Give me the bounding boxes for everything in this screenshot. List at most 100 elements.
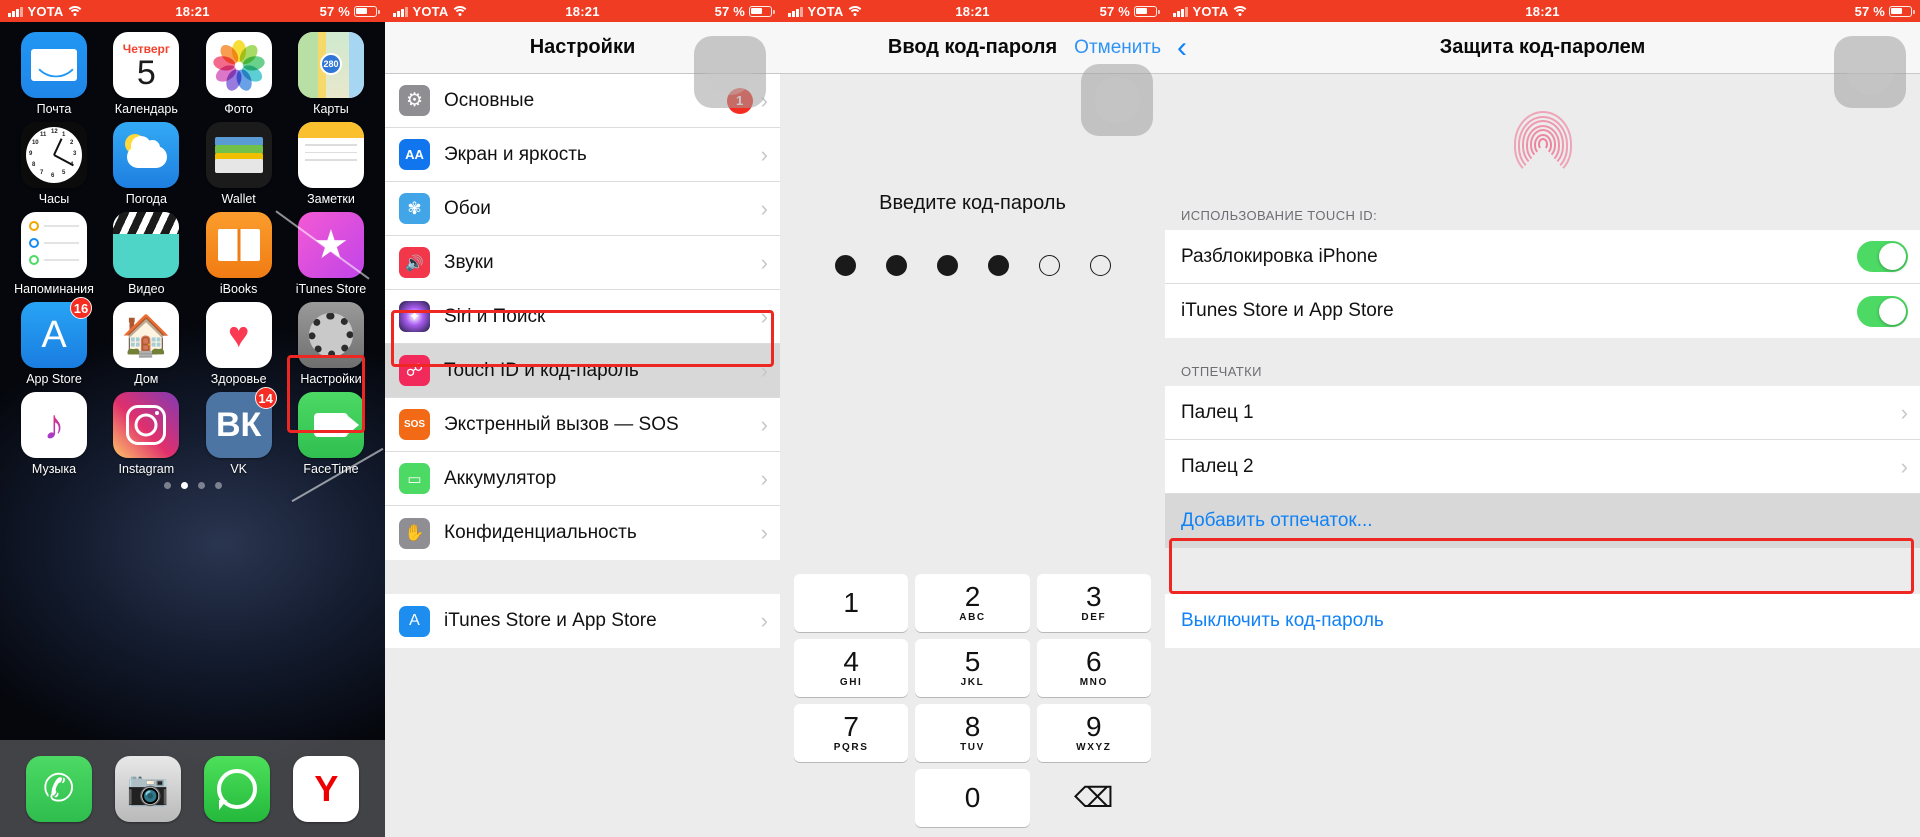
app-label: FaceTime xyxy=(303,462,359,476)
chevron-right-icon: › xyxy=(760,141,768,167)
page-title: Ввод код-пароля xyxy=(887,36,1058,58)
app-music[interactable]: ♪ Музыка xyxy=(12,392,96,476)
fingerprint-row-1[interactable]: Палец 1 › xyxy=(1165,386,1920,440)
page-title: Настройки xyxy=(529,36,636,58)
keypad-key-8[interactable]: 8 TUV xyxy=(915,704,1030,762)
keypad-key-4[interactable]: 4 GHI xyxy=(794,639,909,697)
battery-percent-label: 57 % xyxy=(1099,3,1130,19)
display-brightness-icon: AA xyxy=(399,139,430,170)
app-videos[interactable]: Видео xyxy=(104,212,188,296)
yandex-icon[interactable]: Y xyxy=(293,755,360,822)
facetime-icon xyxy=(297,392,364,458)
group-separator xyxy=(1165,548,1920,594)
app-health[interactable]: ♥ Здоровье xyxy=(197,302,281,386)
settings-row-sounds[interactable]: 🔊 Звуки › xyxy=(385,236,780,290)
app-label: Instagram xyxy=(118,462,175,476)
touch-id-icon: ☍ xyxy=(399,355,430,386)
app-label: VK xyxy=(230,462,247,476)
disable-passcode-row[interactable]: Выключить код-пароль xyxy=(1165,594,1920,648)
settings-gear-icon xyxy=(297,302,364,368)
settings-row-itunes-app-store[interactable]: A iTunes Store и App Store › xyxy=(385,594,780,648)
settings-row-siri[interactable]: ✦ Siri и Поиск › xyxy=(385,290,780,344)
app-label: iTunes Store xyxy=(295,282,367,296)
app-label: Карты xyxy=(313,102,349,116)
app-label: Настройки xyxy=(300,372,362,386)
key-letters: PQRS xyxy=(833,742,869,753)
app-weather[interactable]: Погода xyxy=(104,122,188,206)
health-icon: ♥ xyxy=(205,302,272,368)
app-home[interactable]: 🏠 Дом xyxy=(104,302,188,386)
chevron-left-icon[interactable]: ‹ xyxy=(1177,32,1187,63)
passcode-dots xyxy=(780,255,1165,276)
app-row: Напоминания Видео iBooks ★ iTunes Store xyxy=(12,212,373,296)
phone-icon[interactable]: ✆ xyxy=(25,755,92,822)
cancel-button[interactable]: Отменить xyxy=(1074,37,1161,59)
keypad-key-0[interactable]: 0 xyxy=(915,769,1030,827)
app-label: Календарь xyxy=(114,102,178,116)
add-fingerprint-link[interactable]: Добавить отпечаток... xyxy=(1181,510,1920,532)
page-dots[interactable] xyxy=(12,482,373,489)
instagram-icon xyxy=(113,392,180,458)
keypad-key-7[interactable]: 7 PQRS xyxy=(794,704,909,762)
chevron-right-icon: › xyxy=(760,249,768,275)
app-ibooks[interactable]: iBooks xyxy=(197,212,281,296)
settings-row-sos[interactable]: SOS Экстренный вызов — SOS › xyxy=(385,398,780,452)
key-letters: MNO xyxy=(1079,677,1108,688)
settings-row-privacy[interactable]: ✋ Конфиденциальность › xyxy=(385,506,780,560)
page-title: Защита код-паролем xyxy=(1439,36,1646,58)
assistive-touch-button[interactable] xyxy=(1081,64,1153,136)
panel-passcode-entry: YOTA 18:21 57 % Ввод код-пароля Отменить… xyxy=(780,0,1165,837)
keypad-key-1[interactable]: 1 xyxy=(794,574,909,632)
section-header-fingerprints: ОТПЕЧАТКИ xyxy=(1165,338,1920,386)
keypad-key-5[interactable]: 5 JKL xyxy=(915,639,1030,697)
keypad-key-6[interactable]: 6 MNO xyxy=(1036,639,1151,697)
app-label: Здоровье xyxy=(210,372,267,386)
app-clock[interactable]: 1 2 3 4 5 6 7 8 9 10 11 12 Часы xyxy=(12,122,96,206)
app-label: Почта xyxy=(36,102,72,116)
app-maps[interactable]: 280 Карты xyxy=(289,32,373,116)
chevron-right-icon: › xyxy=(1900,453,1908,479)
fingerprints-group: Палец 1 › Палец 2 › Добавить отпечаток..… xyxy=(1165,386,1920,548)
whatsapp-icon[interactable] xyxy=(204,755,271,822)
key-digit: 8 xyxy=(964,711,981,742)
key-digit: 9 xyxy=(1086,711,1102,742)
badge-count: 14 xyxy=(254,387,277,409)
app-instagram[interactable]: Instagram xyxy=(104,392,188,476)
status-bar-2: YOTA 18:21 57 % xyxy=(385,0,780,22)
app-label: App Store xyxy=(26,372,82,386)
settings-row-wallpaper[interactable]: ✾ Обои › xyxy=(385,182,780,236)
app-app-store[interactable]: A 16 App Store xyxy=(12,297,96,386)
settings-row-battery[interactable]: ▭ Аккумулятор › xyxy=(385,452,780,506)
keypad-delete-key[interactable]: ⌫ xyxy=(1037,769,1151,827)
app-settings[interactable]: Настройки xyxy=(289,302,373,386)
app-mail[interactable]: Почта xyxy=(12,32,96,116)
app-label: Wallet xyxy=(221,192,256,206)
toggle-switch[interactable] xyxy=(1857,295,1908,327)
row-label: Siri и Поиск xyxy=(444,305,546,327)
app-calendar[interactable]: Четверг 5 Календарь xyxy=(104,32,188,116)
fingerprint-row-2[interactable]: Палец 2 › xyxy=(1165,440,1920,494)
app-reminders[interactable]: Напоминания xyxy=(12,212,96,296)
battery-icon xyxy=(354,5,380,17)
app-photos[interactable]: Фото xyxy=(197,32,281,116)
assistive-touch-button[interactable] xyxy=(1834,36,1906,108)
app-label: Заметки xyxy=(307,192,355,206)
app-notes[interactable]: Заметки xyxy=(289,122,373,206)
keypad-key-2[interactable]: 2 ABC xyxy=(915,574,1030,632)
settings-row-touch-id[interactable]: ☍ Touch ID и код-пароль › xyxy=(385,344,780,398)
toggle-row-itunes-app-store[interactable]: iTunes Store и App Store xyxy=(1165,284,1920,338)
app-wallet[interactable]: Wallet xyxy=(197,122,281,206)
toggle-switch[interactable] xyxy=(1857,241,1908,272)
add-fingerprint-row[interactable]: Добавить отпечаток... xyxy=(1165,494,1920,548)
keypad-key-3[interactable]: 3 DEF xyxy=(1036,574,1151,632)
camera-icon[interactable]: 📷 xyxy=(114,755,181,822)
toggle-row-unlock-iphone[interactable]: Разблокировка iPhone xyxy=(1165,230,1920,284)
app-vk[interactable]: ВК 14 VK xyxy=(197,387,281,476)
keypad-key-9[interactable]: 9 WXYZ xyxy=(1036,704,1151,762)
disable-passcode-link[interactable]: Выключить код-пароль xyxy=(1181,610,1920,632)
settings-row-display[interactable]: AA Экран и яркость › xyxy=(385,128,780,182)
app-row: Почта Четверг 5 Календарь Фото 280 Карты xyxy=(12,32,373,116)
assistive-touch-button[interactable] xyxy=(694,36,766,108)
app-facetime[interactable]: FaceTime xyxy=(289,392,373,476)
app-itunes-store[interactable]: ★ iTunes Store xyxy=(289,212,373,296)
